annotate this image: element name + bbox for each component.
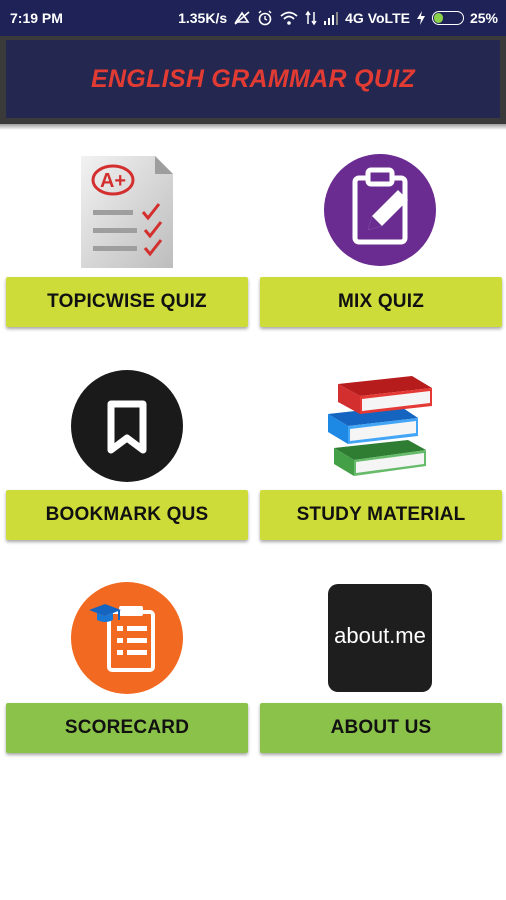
wifi-icon bbox=[279, 10, 299, 26]
clipboard-pencil-icon[interactable] bbox=[322, 152, 442, 272]
books-stack-icon[interactable] bbox=[320, 366, 440, 486]
network-speed: 1.35K/s bbox=[178, 10, 228, 26]
battery-icon bbox=[431, 11, 464, 25]
alarm-icon bbox=[257, 10, 273, 26]
about-me-logo-text: about.me bbox=[334, 623, 426, 648]
app-title: ENGLISH GRAMMAR QUIZ bbox=[90, 64, 416, 93]
status-bar: 7:19 PM 1.35K/s 4G VoLTE 25% bbox=[0, 0, 506, 36]
signal-icon bbox=[323, 10, 339, 26]
topicwise-quiz-button[interactable]: TOPICWISE QUIZ bbox=[6, 277, 248, 327]
scorecard-icon[interactable] bbox=[67, 580, 187, 700]
about-us-button[interactable]: ABOUT US bbox=[260, 703, 502, 753]
battery-percent: 25% bbox=[469, 10, 498, 26]
data-transfer-icon bbox=[305, 10, 317, 26]
about-me-icon[interactable]: about.me bbox=[320, 580, 440, 700]
header-shadow bbox=[0, 124, 506, 130]
grade-text: A+ bbox=[100, 170, 126, 192]
study-material-button[interactable]: STUDY MATERIAL bbox=[260, 490, 502, 540]
graded-test-icon[interactable]: A+ bbox=[67, 152, 187, 272]
network-type: 4G VoLTE bbox=[345, 10, 410, 26]
status-icons: 1.35K/s 4G VoLTE 25% bbox=[178, 10, 498, 26]
bookmark-qus-button[interactable]: BOOKMARK QUS bbox=[6, 490, 248, 540]
silent-icon bbox=[233, 10, 251, 26]
app-header: ENGLISH GRAMMAR QUIZ bbox=[0, 36, 506, 124]
status-time: 7:19 PM bbox=[10, 10, 63, 26]
scorecard-button[interactable]: SCORECARD bbox=[6, 703, 248, 753]
bookmark-icon[interactable] bbox=[67, 366, 187, 486]
mix-quiz-button[interactable]: MIX QUIZ bbox=[260, 277, 502, 327]
charging-icon bbox=[416, 10, 426, 26]
